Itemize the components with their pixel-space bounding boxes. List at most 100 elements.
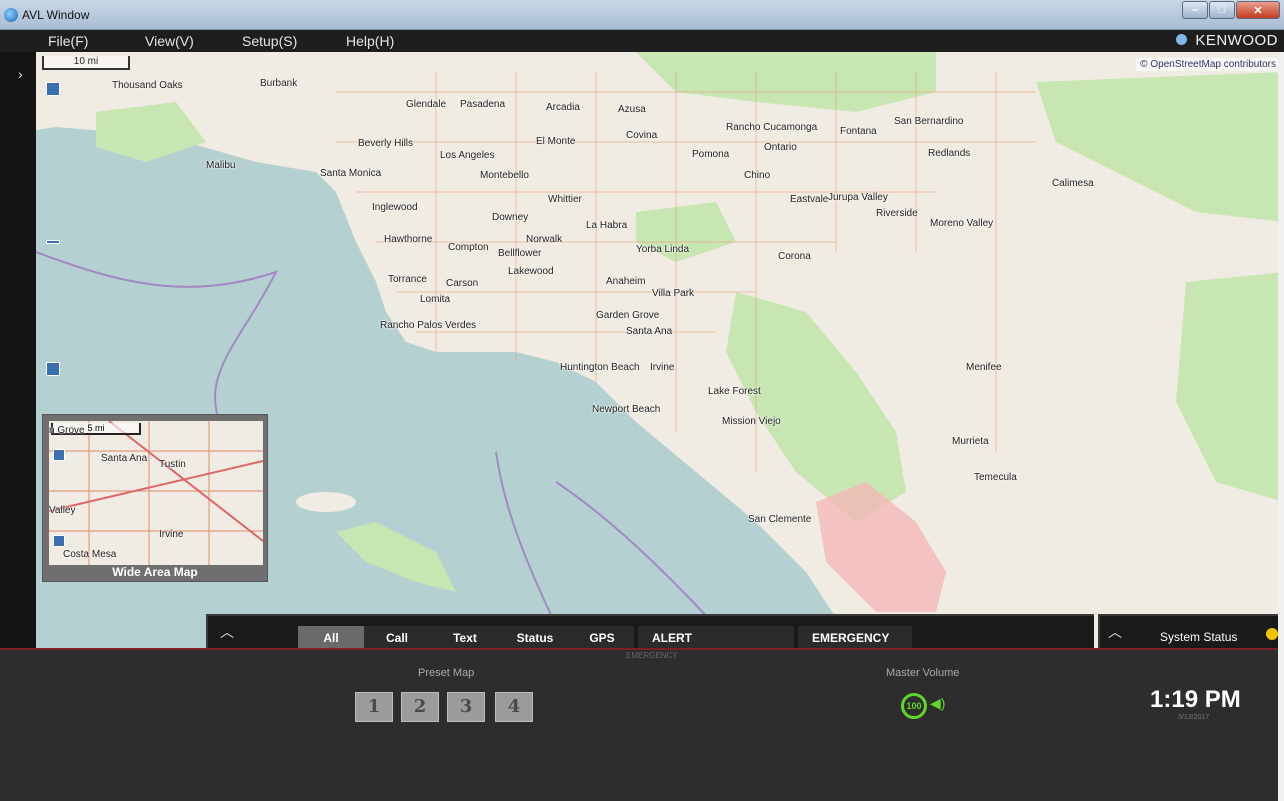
city-label: Lomita xyxy=(420,294,451,305)
city-label: Beverly Hills xyxy=(358,138,414,149)
city-label: Montebello xyxy=(480,170,529,181)
preset-map-button-4[interactable]: 4 xyxy=(495,692,533,722)
maximize-button[interactable]: □ xyxy=(1209,1,1235,19)
city-label: Ontario xyxy=(764,142,797,153)
city-label: Newport Beach xyxy=(592,404,661,415)
city-label: Santa Monica xyxy=(320,168,382,179)
city-label: Valley xyxy=(49,505,76,516)
inset-zoom-in-button[interactable] xyxy=(53,449,65,461)
map-scale-bar: 10 mi xyxy=(42,56,130,70)
city-label: Jurupa Valley xyxy=(828,192,888,203)
city-label: Thousand Oaks xyxy=(112,80,183,91)
map-attribution[interactable]: © OpenStreetMap contributors xyxy=(1136,58,1280,71)
city-label: Whittier xyxy=(548,194,582,205)
city-label: Yorba Linda xyxy=(636,244,690,255)
city-label: Moreno Valley xyxy=(930,218,994,229)
menu-file[interactable]: File(F) xyxy=(48,33,88,49)
zoom-out-button[interactable] xyxy=(46,362,60,376)
city-label: Irvine xyxy=(159,529,184,540)
city-label: Fontana xyxy=(840,126,877,137)
city-label: Compton xyxy=(448,242,489,253)
city-label: San Bernardino xyxy=(894,116,964,127)
preset-map-label: Preset Map xyxy=(418,667,475,679)
city-label: Pomona xyxy=(692,149,730,160)
tab-all[interactable]: All xyxy=(298,626,364,650)
city-label: Los Angeles xyxy=(440,150,495,161)
control-panel: EMERGENCY Preset Map 1 2 3 4 Master Volu… xyxy=(0,650,1284,801)
city-label: Santa Ana xyxy=(101,453,148,464)
city-label: Anaheim xyxy=(606,276,646,287)
master-volume-knob[interactable]: 100 xyxy=(901,693,927,719)
window-controls: – □ ✕ xyxy=(1181,1,1280,19)
tab-gps[interactable]: GPS xyxy=(570,626,634,650)
city-label: Covina xyxy=(626,130,658,141)
preset-map-button-2[interactable]: 2 xyxy=(401,692,439,722)
info-icon[interactable] xyxy=(1176,34,1188,45)
city-label: Malibu xyxy=(206,160,236,171)
expand-caret-icon[interactable]: ︿ xyxy=(1108,622,1122,642)
city-label: Bellflower xyxy=(498,248,542,259)
city-label: Lakewood xyxy=(508,266,554,277)
master-volume-label: Master Volume xyxy=(886,667,960,679)
city-label: La Habra xyxy=(586,220,628,231)
side-panel-toggle-strip: › xyxy=(0,52,36,648)
city-label: Huntington Beach xyxy=(560,362,640,373)
city-label: Azusa xyxy=(618,104,646,115)
city-label: Redlands xyxy=(928,148,971,159)
city-label: Irvine xyxy=(650,362,675,373)
city-label: Calimesa xyxy=(1052,178,1094,189)
city-label: n Grove xyxy=(49,425,85,436)
tab-emergency[interactable]: EMERGENCY xyxy=(798,626,912,650)
city-label: Temecula xyxy=(974,472,1017,483)
inset-zoom-out-button[interactable] xyxy=(53,535,65,547)
warning-icon[interactable] xyxy=(1266,628,1278,640)
wide-area-map-label: Wide Area Map xyxy=(112,565,198,579)
city-label: Downey xyxy=(492,212,529,223)
city-label: Menifee xyxy=(966,362,1002,373)
tab-text[interactable]: Text xyxy=(430,626,500,650)
city-label: Pasadena xyxy=(460,99,506,110)
zoom-slider-handle[interactable] xyxy=(46,240,60,244)
inset-roads xyxy=(49,421,263,565)
tab-status[interactable]: Status xyxy=(500,626,570,650)
city-label: Hawthorne xyxy=(384,234,433,245)
city-label: Chino xyxy=(744,170,771,181)
preset-map-button-3[interactable]: 3 xyxy=(447,692,485,722)
city-label: San Clemente xyxy=(748,514,812,525)
menu-help[interactable]: Help(H) xyxy=(346,33,394,49)
avl-window: AVL Window – □ ✕ File(F) View(V) Setup(S… xyxy=(0,0,1284,801)
emergency-indicator: EMERGENCY xyxy=(626,651,678,660)
collapse-caret-icon[interactable]: ︿ xyxy=(220,622,234,642)
city-label: Riverside xyxy=(876,208,918,219)
close-button[interactable]: ✕ xyxy=(1236,1,1280,19)
city-label: Carson xyxy=(446,278,479,289)
city-label: Rancho Palos Verdes xyxy=(380,320,477,331)
city-label: Corona xyxy=(778,251,811,262)
speaker-icon[interactable]: ◀) xyxy=(930,695,945,712)
city-label: Norwalk xyxy=(526,234,563,245)
wide-area-map[interactable]: 5 mi n Grove Santa Ana Tustin Irvine Cos… xyxy=(42,414,268,582)
preset-map-button-1[interactable]: 1 xyxy=(355,692,393,722)
city-label: Lake Forest xyxy=(708,386,761,397)
zoom-in-button[interactable] xyxy=(46,82,60,96)
city-label: Villa Park xyxy=(652,288,695,299)
clock: 1:19 PM xyxy=(1150,686,1241,713)
tab-alert[interactable]: ALERT xyxy=(638,626,794,650)
catalina-island xyxy=(336,522,456,592)
wide-area-map-canvas[interactable]: 5 mi n Grove Santa Ana Tustin Irvine Cos… xyxy=(49,421,263,565)
city-label: Torrance xyxy=(388,274,427,285)
city-label: El Monte xyxy=(536,136,576,147)
date: 3/13/2017 xyxy=(1178,714,1210,721)
tab-call[interactable]: Call xyxy=(364,626,430,650)
app-icon xyxy=(4,8,18,22)
menu-setup[interactable]: Setup(S) xyxy=(242,33,297,49)
city-label: Tustin xyxy=(159,459,186,470)
expand-chevron-icon[interactable]: › xyxy=(18,66,23,82)
minimize-button[interactable]: – xyxy=(1182,1,1208,19)
menu-view[interactable]: View(V) xyxy=(145,33,194,49)
brand: KENWOOD xyxy=(1176,32,1278,49)
menu-bar: File(F) View(V) Setup(S) Help(H) KENWOOD xyxy=(0,30,1284,52)
system-status-bar[interactable]: ︿ System Status xyxy=(1098,614,1284,648)
window-title: AVL Window xyxy=(22,8,90,22)
city-label: Murrieta xyxy=(952,436,989,447)
